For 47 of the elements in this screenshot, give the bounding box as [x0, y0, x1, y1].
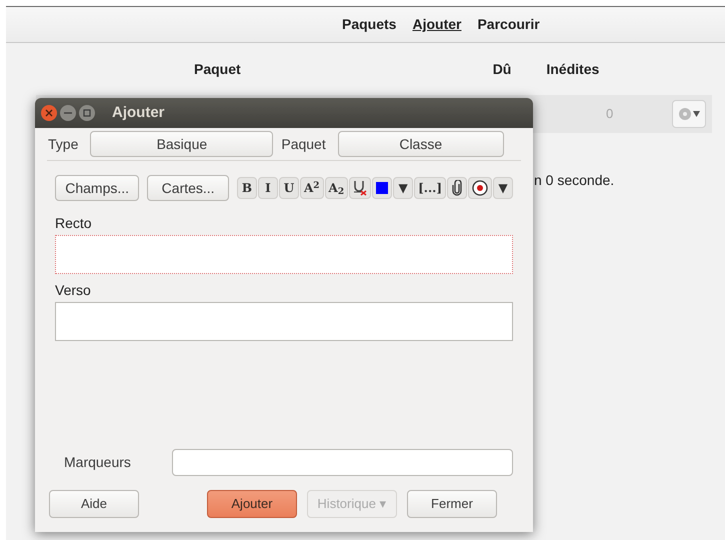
column-header: Inédites [546, 60, 600, 78]
cards-button[interactable]: Cartes... [147, 175, 229, 201]
format-button[interactable]: A$_{2}$ [324, 177, 348, 199]
note-type-button[interactable]: Basique [90, 131, 274, 157]
format-button[interactable]: U [278, 177, 299, 199]
close-button[interactable] [41, 105, 57, 121]
note-field[interactable] [55, 302, 513, 341]
note-field[interactable] [55, 235, 513, 274]
tags-field[interactable] [172, 449, 513, 476]
window-title: Ajouter [112, 102, 164, 123]
status-text: n 0 seconde. [534, 171, 616, 190]
record-button[interactable] [468, 177, 492, 199]
format-button[interactable]: ▼ [393, 177, 414, 199]
dialog-button[interactable]: Ajouter [207, 490, 297, 518]
toolbar-link[interactable]: Paquets [342, 14, 396, 35]
column-header: Paquet [194, 60, 241, 79]
format-button[interactable]: ▼ [493, 177, 513, 199]
underline-x-icon [353, 180, 368, 196]
deck-button[interactable]: Classe [338, 131, 504, 157]
maximize-icon [83, 109, 91, 117]
tags-label: Marqueurs [64, 453, 132, 472]
attach-button[interactable] [447, 177, 467, 199]
field-label: Recto [55, 214, 93, 233]
options-button[interactable] [672, 100, 706, 128]
format-button[interactable]: B [236, 177, 257, 199]
field-label: Verso [55, 281, 92, 300]
record-icon [472, 180, 488, 196]
toolbar-link[interactable]: Parcourir [477, 14, 540, 35]
maximize-button[interactable] [79, 105, 95, 121]
minimize-button[interactable] [60, 105, 76, 121]
table-cell-text: 0 [606, 105, 614, 124]
close-icon [45, 109, 53, 117]
minimize-icon [64, 112, 72, 114]
column-header: Dû [492, 60, 512, 78]
paperclip-icon [452, 180, 462, 196]
text-color-button[interactable] [372, 177, 392, 199]
format-button[interactable]: I [258, 177, 278, 199]
dialog-button[interactable]: Fermer [407, 490, 497, 518]
gear-icon [677, 107, 701, 121]
deck-label: Paquet [281, 134, 326, 154]
type-label: Type [48, 134, 78, 154]
format-button[interactable]: [...] [414, 177, 446, 199]
format-button[interactable]: A$^{2}$ [300, 177, 324, 199]
fields-button[interactable]: Champs... [55, 175, 140, 201]
toolbar-link[interactable]: Ajouter [412, 14, 462, 35]
dialog-button[interactable]: Aide [49, 490, 139, 518]
clear-format-button[interactable] [349, 177, 372, 199]
